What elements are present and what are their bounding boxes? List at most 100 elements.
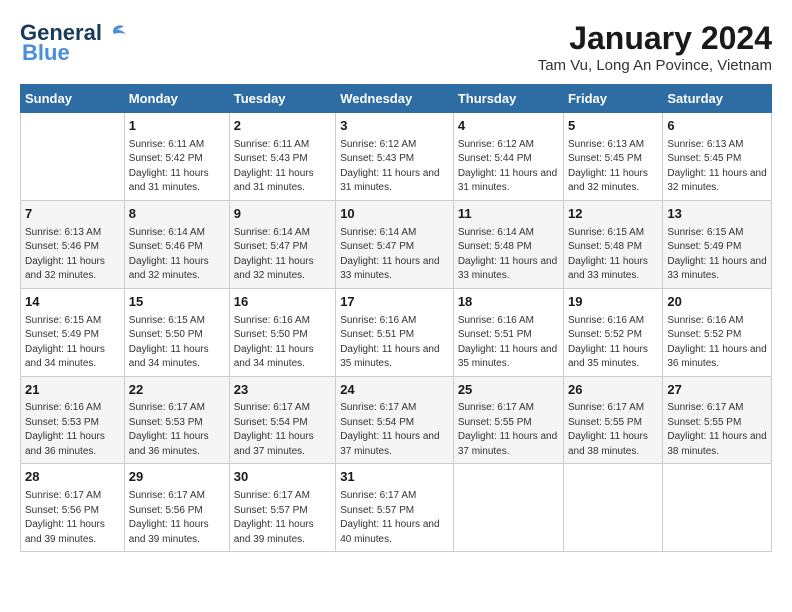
day-number: 6 <box>667 117 767 136</box>
day-info: Sunrise: 6:16 AMSunset: 5:51 PMDaylight:… <box>458 314 559 372</box>
day-info: Sunrise: 6:17 AMSunset: 5:55 PMDaylight:… <box>667 401 767 459</box>
day-number: 10 <box>340 205 449 224</box>
day-info: Sunrise: 6:16 AMSunset: 5:51 PMDaylight:… <box>340 314 449 372</box>
day-number: 30 <box>234 468 331 487</box>
day-number: 24 <box>340 381 449 400</box>
week-row-5: 28Sunrise: 6:17 AMSunset: 5:56 PMDayligh… <box>21 464 772 552</box>
column-header-sunday: Sunday <box>21 85 125 113</box>
day-number: 14 <box>25 293 120 312</box>
day-number: 26 <box>568 381 658 400</box>
day-cell: 10 Sunrise: 6:14 AMSunset: 5:47 PMDayligh… <box>336 200 454 288</box>
day-number: 2 <box>234 117 331 136</box>
day-info: Sunrise: 6:17 AMSunset: 5:54 PMDaylight:… <box>340 401 449 459</box>
day-cell: 23Sunrise: 6:17 AMSunset: 5:54 PMDayligh… <box>229 376 335 464</box>
day-info: Sunrise: 6:12 AMSunset: 5:43 PMDaylight:… <box>340 138 449 196</box>
logo-blue: Blue <box>22 40 70 66</box>
day-number: 11 <box>458 205 559 224</box>
column-header-saturday: Saturday <box>663 85 772 113</box>
day-info: Sunrise: 6:16 AMSunset: 5:50 PMDaylight:… <box>234 314 331 372</box>
day-cell: 24Sunrise: 6:17 AMSunset: 5:54 PMDayligh… <box>336 376 454 464</box>
day-number: 3 <box>340 117 449 136</box>
day-cell: 27Sunrise: 6:17 AMSunset: 5:55 PMDayligh… <box>663 376 772 464</box>
day-info: Sunrise: 6:15 AMSunset: 5:49 PMDaylight:… <box>667 226 767 284</box>
day-info: Sunrise: 6:17 AMSunset: 5:57 PMDaylight:… <box>340 489 449 547</box>
day-cell: 28Sunrise: 6:17 AMSunset: 5:56 PMDayligh… <box>21 464 125 552</box>
day-info: Sunrise: 6:17 AMSunset: 5:56 PMDaylight:… <box>25 489 120 547</box>
day-info: Sunrise: 6:17 AMSunset: 5:55 PMDaylight:… <box>458 401 559 459</box>
day-cell: 20 Sunrise: 6:16 AMSunset: 5:52 PMDayligh… <box>663 288 772 376</box>
day-cell <box>453 464 563 552</box>
week-row-2: 7 Sunrise: 6:13 AMSunset: 5:46 PMDaylight… <box>21 200 772 288</box>
day-cell: 26Sunrise: 6:17 AMSunset: 5:55 PMDayligh… <box>563 376 662 464</box>
day-info: Sunrise: 6:17 AMSunset: 5:57 PMDaylight:… <box>234 489 331 547</box>
day-cell: 18Sunrise: 6:16 AMSunset: 5:51 PMDayligh… <box>453 288 563 376</box>
day-info: Sunrise: 6:14 AMSunset: 5:47 PMDaylight:… <box>340 226 449 284</box>
day-number: 22 <box>129 381 225 400</box>
day-info: Sunrise: 6:12 AMSunset: 5:44 PMDaylight:… <box>458 138 559 196</box>
day-number: 25 <box>458 381 559 400</box>
day-info: Sunrise: 6:15 AMSunset: 5:49 PMDaylight:… <box>25 314 120 372</box>
day-number: 16 <box>234 293 331 312</box>
day-cell <box>21 113 125 201</box>
day-cell: 13 Sunrise: 6:15 AMSunset: 5:49 PMDayligh… <box>663 200 772 288</box>
column-header-friday: Friday <box>563 85 662 113</box>
day-info: Sunrise: 6:11 AMSunset: 5:42 PMDaylight:… <box>129 138 225 196</box>
day-cell: 25Sunrise: 6:17 AMSunset: 5:55 PMDayligh… <box>453 376 563 464</box>
day-number: 8 <box>129 205 225 224</box>
day-cell: 4Sunrise: 6:12 AMSunset: 5:44 PMDaylight… <box>453 113 563 201</box>
week-row-4: 21Sunrise: 6:16 AMSunset: 5:53 PMDayligh… <box>21 376 772 464</box>
day-number: 27 <box>667 381 767 400</box>
day-cell: 3 Sunrise: 6:12 AMSunset: 5:43 PMDaylight… <box>336 113 454 201</box>
day-number: 21 <box>25 381 120 400</box>
day-cell: 31 Sunrise: 6:17 AMSunset: 5:57 PMDayligh… <box>336 464 454 552</box>
day-cell: 11 Sunrise: 6:14 AMSunset: 5:48 PMDayligh… <box>453 200 563 288</box>
day-cell: 22Sunrise: 6:17 AMSunset: 5:53 PMDayligh… <box>124 376 229 464</box>
day-cell: 30 Sunrise: 6:17 AMSunset: 5:57 PMDayligh… <box>229 464 335 552</box>
page-header: General Blue January 2024 Tam Vu, Long A… <box>20 20 772 74</box>
day-cell: 5 Sunrise: 6:13 AMSunset: 5:45 PMDaylight… <box>563 113 662 201</box>
day-info: Sunrise: 6:15 AMSunset: 5:50 PMDaylight:… <box>129 314 225 372</box>
day-info: Sunrise: 6:17 AMSunset: 5:53 PMDaylight:… <box>129 401 225 459</box>
day-cell: 12Sunrise: 6:15 AMSunset: 5:48 PMDayligh… <box>563 200 662 288</box>
day-number: 1 <box>129 117 225 136</box>
column-header-monday: Monday <box>124 85 229 113</box>
day-number: 15 <box>129 293 225 312</box>
main-title: January 2024 <box>538 20 772 57</box>
day-number: 7 <box>25 205 120 224</box>
day-info: Sunrise: 6:13 AMSunset: 5:45 PMDaylight:… <box>568 138 658 196</box>
day-cell: 9 Sunrise: 6:14 AMSunset: 5:47 PMDaylight… <box>229 200 335 288</box>
day-number: 20 <box>667 293 767 312</box>
day-info: Sunrise: 6:13 AMSunset: 5:45 PMDaylight:… <box>667 138 767 196</box>
logo: General Blue <box>20 20 126 66</box>
day-info: Sunrise: 6:14 AMSunset: 5:48 PMDaylight:… <box>458 226 559 284</box>
day-info: Sunrise: 6:15 AMSunset: 5:48 PMDaylight:… <box>568 226 658 284</box>
day-info: Sunrise: 6:16 AMSunset: 5:52 PMDaylight:… <box>667 314 767 372</box>
day-info: Sunrise: 6:17 AMSunset: 5:55 PMDaylight:… <box>568 401 658 459</box>
column-header-thursday: Thursday <box>453 85 563 113</box>
day-cell: 7 Sunrise: 6:13 AMSunset: 5:46 PMDaylight… <box>21 200 125 288</box>
day-info: Sunrise: 6:17 AMSunset: 5:56 PMDaylight:… <box>129 489 225 547</box>
day-number: 9 <box>234 205 331 224</box>
column-header-tuesday: Tuesday <box>229 85 335 113</box>
day-number: 5 <box>568 117 658 136</box>
day-cell: 1 Sunrise: 6:11 AMSunset: 5:42 PMDaylight… <box>124 113 229 201</box>
day-info: Sunrise: 6:11 AMSunset: 5:43 PMDaylight:… <box>234 138 331 196</box>
header-row: SundayMondayTuesdayWednesdayThursdayFrid… <box>21 85 772 113</box>
day-info: Sunrise: 6:14 AMSunset: 5:46 PMDaylight:… <box>129 226 225 284</box>
day-cell <box>563 464 662 552</box>
day-info: Sunrise: 6:13 AMSunset: 5:46 PMDaylight:… <box>25 226 120 284</box>
day-cell: 19Sunrise: 6:16 AMSunset: 5:52 PMDayligh… <box>563 288 662 376</box>
day-number: 23 <box>234 381 331 400</box>
day-number: 19 <box>568 293 658 312</box>
day-number: 17 <box>340 293 449 312</box>
day-cell <box>663 464 772 552</box>
day-cell: 16 Sunrise: 6:16 AMSunset: 5:50 PMDayligh… <box>229 288 335 376</box>
day-info: Sunrise: 6:17 AMSunset: 5:54 PMDaylight:… <box>234 401 331 459</box>
day-number: 29 <box>129 468 225 487</box>
day-info: Sunrise: 6:14 AMSunset: 5:47 PMDaylight:… <box>234 226 331 284</box>
day-cell: 2 Sunrise: 6:11 AMSunset: 5:43 PMDaylight… <box>229 113 335 201</box>
subtitle: Tam Vu, Long An Povince, Vietnam <box>538 57 772 74</box>
day-number: 31 <box>340 468 449 487</box>
day-cell: 21Sunrise: 6:16 AMSunset: 5:53 PMDayligh… <box>21 376 125 464</box>
day-number: 13 <box>667 205 767 224</box>
